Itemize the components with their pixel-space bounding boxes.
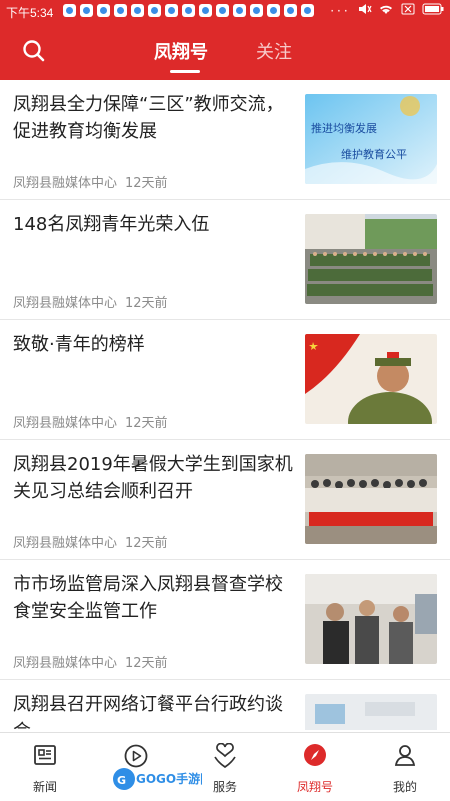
- news-thumbnail: 推进均衡发展 维护教育公平: [305, 94, 437, 184]
- nav-label: 新闻: [32, 780, 57, 794]
- svg-text:G: G: [117, 774, 126, 787]
- app-notification-icon: [131, 4, 144, 17]
- app-notification-icon: [182, 4, 195, 17]
- active-tab-indicator: [170, 70, 200, 73]
- status-time: 下午5:34: [6, 6, 54, 20]
- mute-icon: [358, 3, 372, 18]
- news-meta: 凤翔县融媒体中心 12天前: [13, 532, 168, 551]
- news-source: 凤翔县融媒体中心: [13, 656, 118, 671]
- app-notification-icon: [114, 4, 127, 17]
- status-right-icons: ···: [330, 3, 444, 18]
- news-thumbnail: [305, 454, 437, 544]
- news-meta: 凤翔县融媒体中心 12天前: [13, 172, 168, 191]
- nav-label: 我的: [392, 780, 417, 794]
- thumb-caption: 推进均衡发展: [311, 121, 377, 135]
- service-heart-icon: [214, 743, 236, 769]
- news-item[interactable]: 凤翔县召开网络订餐平台行政约谈会: [0, 680, 450, 730]
- app-notification-icon: [148, 4, 161, 17]
- svg-text:GOGO手游网: GOGO手游网: [136, 771, 202, 786]
- news-item[interactable]: 凤翔县全力保障“三区”教师交流，促进教育均衡发展 凤翔县融媒体中心 12天前 推进…: [0, 80, 450, 200]
- gogo-watermark-logo: G GOGO手游网: [113, 768, 202, 790]
- app-header: 凤翔号 关注: [0, 22, 450, 80]
- news-time: 12天前: [125, 536, 168, 551]
- search-button[interactable]: [20, 37, 48, 65]
- app-notification-icon: [284, 4, 297, 17]
- news-title: 凤翔县召开网络订餐平台行政约谈会: [13, 694, 283, 730]
- app-notification-icon: [165, 4, 178, 17]
- thumb-caption: 维护教育公平: [341, 147, 407, 161]
- newspaper-icon: [34, 745, 56, 765]
- app-notification-icon: [267, 4, 280, 17]
- tab-fengxiang-hao[interactable]: 凤翔号: [154, 38, 208, 64]
- news-meta: 凤翔县融媒体中心 12天前: [13, 292, 168, 311]
- status-bar: 下午5:34 ···: [0, 0, 450, 22]
- news-title: 市市场监管局深入凤翔县督查学校食堂安全监管工作: [13, 574, 283, 622]
- wifi-icon: [378, 3, 394, 18]
- nav-profile[interactable]: 我的: [360, 733, 450, 801]
- news-feed[interactable]: 凤翔县全力保障“三区”教师交流，促进教育均衡发展 凤翔县融媒体中心 12天前 推进…: [0, 80, 450, 730]
- profile-icon: [394, 745, 416, 766]
- news-item[interactable]: 市市场监管局深入凤翔县督查学校食堂安全监管工作 凤翔县融媒体中心 12天前: [0, 560, 450, 680]
- news-title: 凤翔县全力保障“三区”教师交流，促进教育均衡发展: [13, 94, 284, 142]
- news-thumbnail: [305, 334, 437, 424]
- news-item[interactable]: 148名凤翔青年光荣入伍 凤翔县融媒体中心 12天前: [0, 200, 450, 320]
- news-meta: 凤翔县融媒体中心 12天前: [13, 412, 168, 431]
- bottom-navigation: 新闻 服务 凤翔号 我的: [0, 732, 450, 801]
- app-notification-icon: [301, 4, 314, 17]
- signal-off-icon: [401, 3, 415, 18]
- news-title: 148名凤翔青年光荣入伍: [13, 214, 210, 235]
- news-title: 致敬·青年的榜样: [13, 334, 145, 355]
- news-item[interactable]: 致敬·青年的榜样 凤翔县融媒体中心 12天前: [0, 320, 450, 440]
- nav-news[interactable]: 新闻: [0, 733, 90, 801]
- news-title: 凤翔县2019年暑假大学生到国家机关见习总结会顺利召开: [13, 454, 293, 502]
- nav-label: 凤翔号: [296, 780, 333, 794]
- news-source: 凤翔县融媒体中心: [13, 176, 118, 191]
- news-source: 凤翔县融媒体中心: [13, 536, 118, 551]
- app-notification-icon: [199, 4, 212, 17]
- news-thumbnail: [305, 694, 437, 730]
- more-icon: ···: [330, 4, 351, 18]
- app-notification-icon: [63, 4, 76, 17]
- news-time: 12天前: [125, 176, 168, 191]
- tab-follow[interactable]: 关注: [256, 38, 292, 64]
- news-source: 凤翔县融媒体中心: [13, 416, 118, 431]
- app-notification-icon: [233, 4, 246, 17]
- news-thumbnail: [305, 214, 437, 304]
- compass-icon: [304, 744, 326, 766]
- app-notification-icon: [216, 4, 229, 17]
- app-notification-icon: [97, 4, 110, 17]
- news-time: 12天前: [125, 416, 168, 431]
- news-time: 12天前: [125, 296, 168, 311]
- news-source: 凤翔县融媒体中心: [13, 296, 118, 311]
- search-icon: [23, 40, 45, 62]
- news-meta: 凤翔县融媒体中心 12天前: [13, 652, 168, 671]
- news-thumbnail: [305, 574, 437, 664]
- app-notification-icon: [80, 4, 93, 17]
- news-time: 12天前: [125, 656, 168, 671]
- app-notification-icon: [250, 4, 263, 17]
- nav-fengxiang-hao[interactable]: 凤翔号: [270, 733, 360, 801]
- news-item[interactable]: 凤翔县2019年暑假大学生到国家机关见习总结会顺利召开 凤翔县融媒体中心 12天前: [0, 440, 450, 560]
- battery-icon: [422, 3, 444, 18]
